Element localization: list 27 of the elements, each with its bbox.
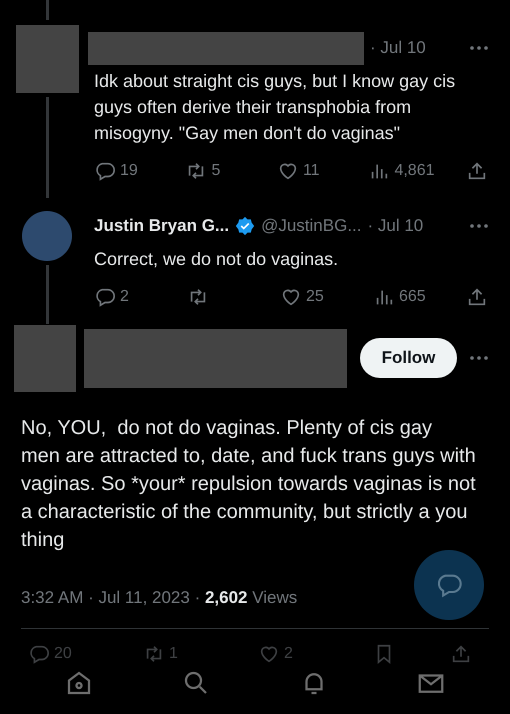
like-count: 11 xyxy=(302,162,320,180)
reply-count: 2 xyxy=(120,288,129,306)
post-timestamp: 3:32 AM · Jul 11, 2023 · 2,602 Views xyxy=(21,588,298,608)
view-count: 665 xyxy=(399,288,426,306)
more-options-icon[interactable] xyxy=(470,356,488,360)
display-name[interactable]: Justin Bryan G... xyxy=(94,216,230,236)
reply-count: 20 xyxy=(54,645,72,663)
more-options-icon[interactable] xyxy=(470,46,488,50)
reply-icon[interactable] xyxy=(94,160,116,182)
reply-icon[interactable] xyxy=(94,286,116,308)
redacted-avatar xyxy=(14,324,76,392)
view-count: 4,861 xyxy=(394,162,434,180)
like-count: 25 xyxy=(306,288,324,306)
share-icon[interactable] xyxy=(466,286,488,308)
follow-button[interactable]: Follow xyxy=(360,338,458,378)
like-count: 2 xyxy=(284,645,293,663)
post-text: Idk about straight cis guys, but I know gay cis guys often derive their transphobia from misogyny. "Gay men don't do vaginas" xyxy=(94,70,456,145)
user-handle[interactable]: @JustinBG... xyxy=(261,216,362,236)
repost-count: 5 xyxy=(211,162,220,180)
post-date[interactable]: · Jul 10 xyxy=(368,216,424,236)
post-date[interactable]: · Jul 10 xyxy=(370,38,426,58)
more-options-icon[interactable] xyxy=(470,224,488,228)
post-text: Correct, we do not do vaginas. xyxy=(94,248,340,271)
reply-count: 19 xyxy=(120,162,138,180)
redacted-avatar xyxy=(16,25,78,93)
post-text: No, YOU, do not do vaginas. Plenty of cis gay men are attracted to, date, and fuck trans guys with vaginas. So *your* repulsion towards vaginas is not a characteristic of the community, but strictly a you thing xyxy=(21,416,476,553)
repost-count: 1 xyxy=(169,645,178,663)
